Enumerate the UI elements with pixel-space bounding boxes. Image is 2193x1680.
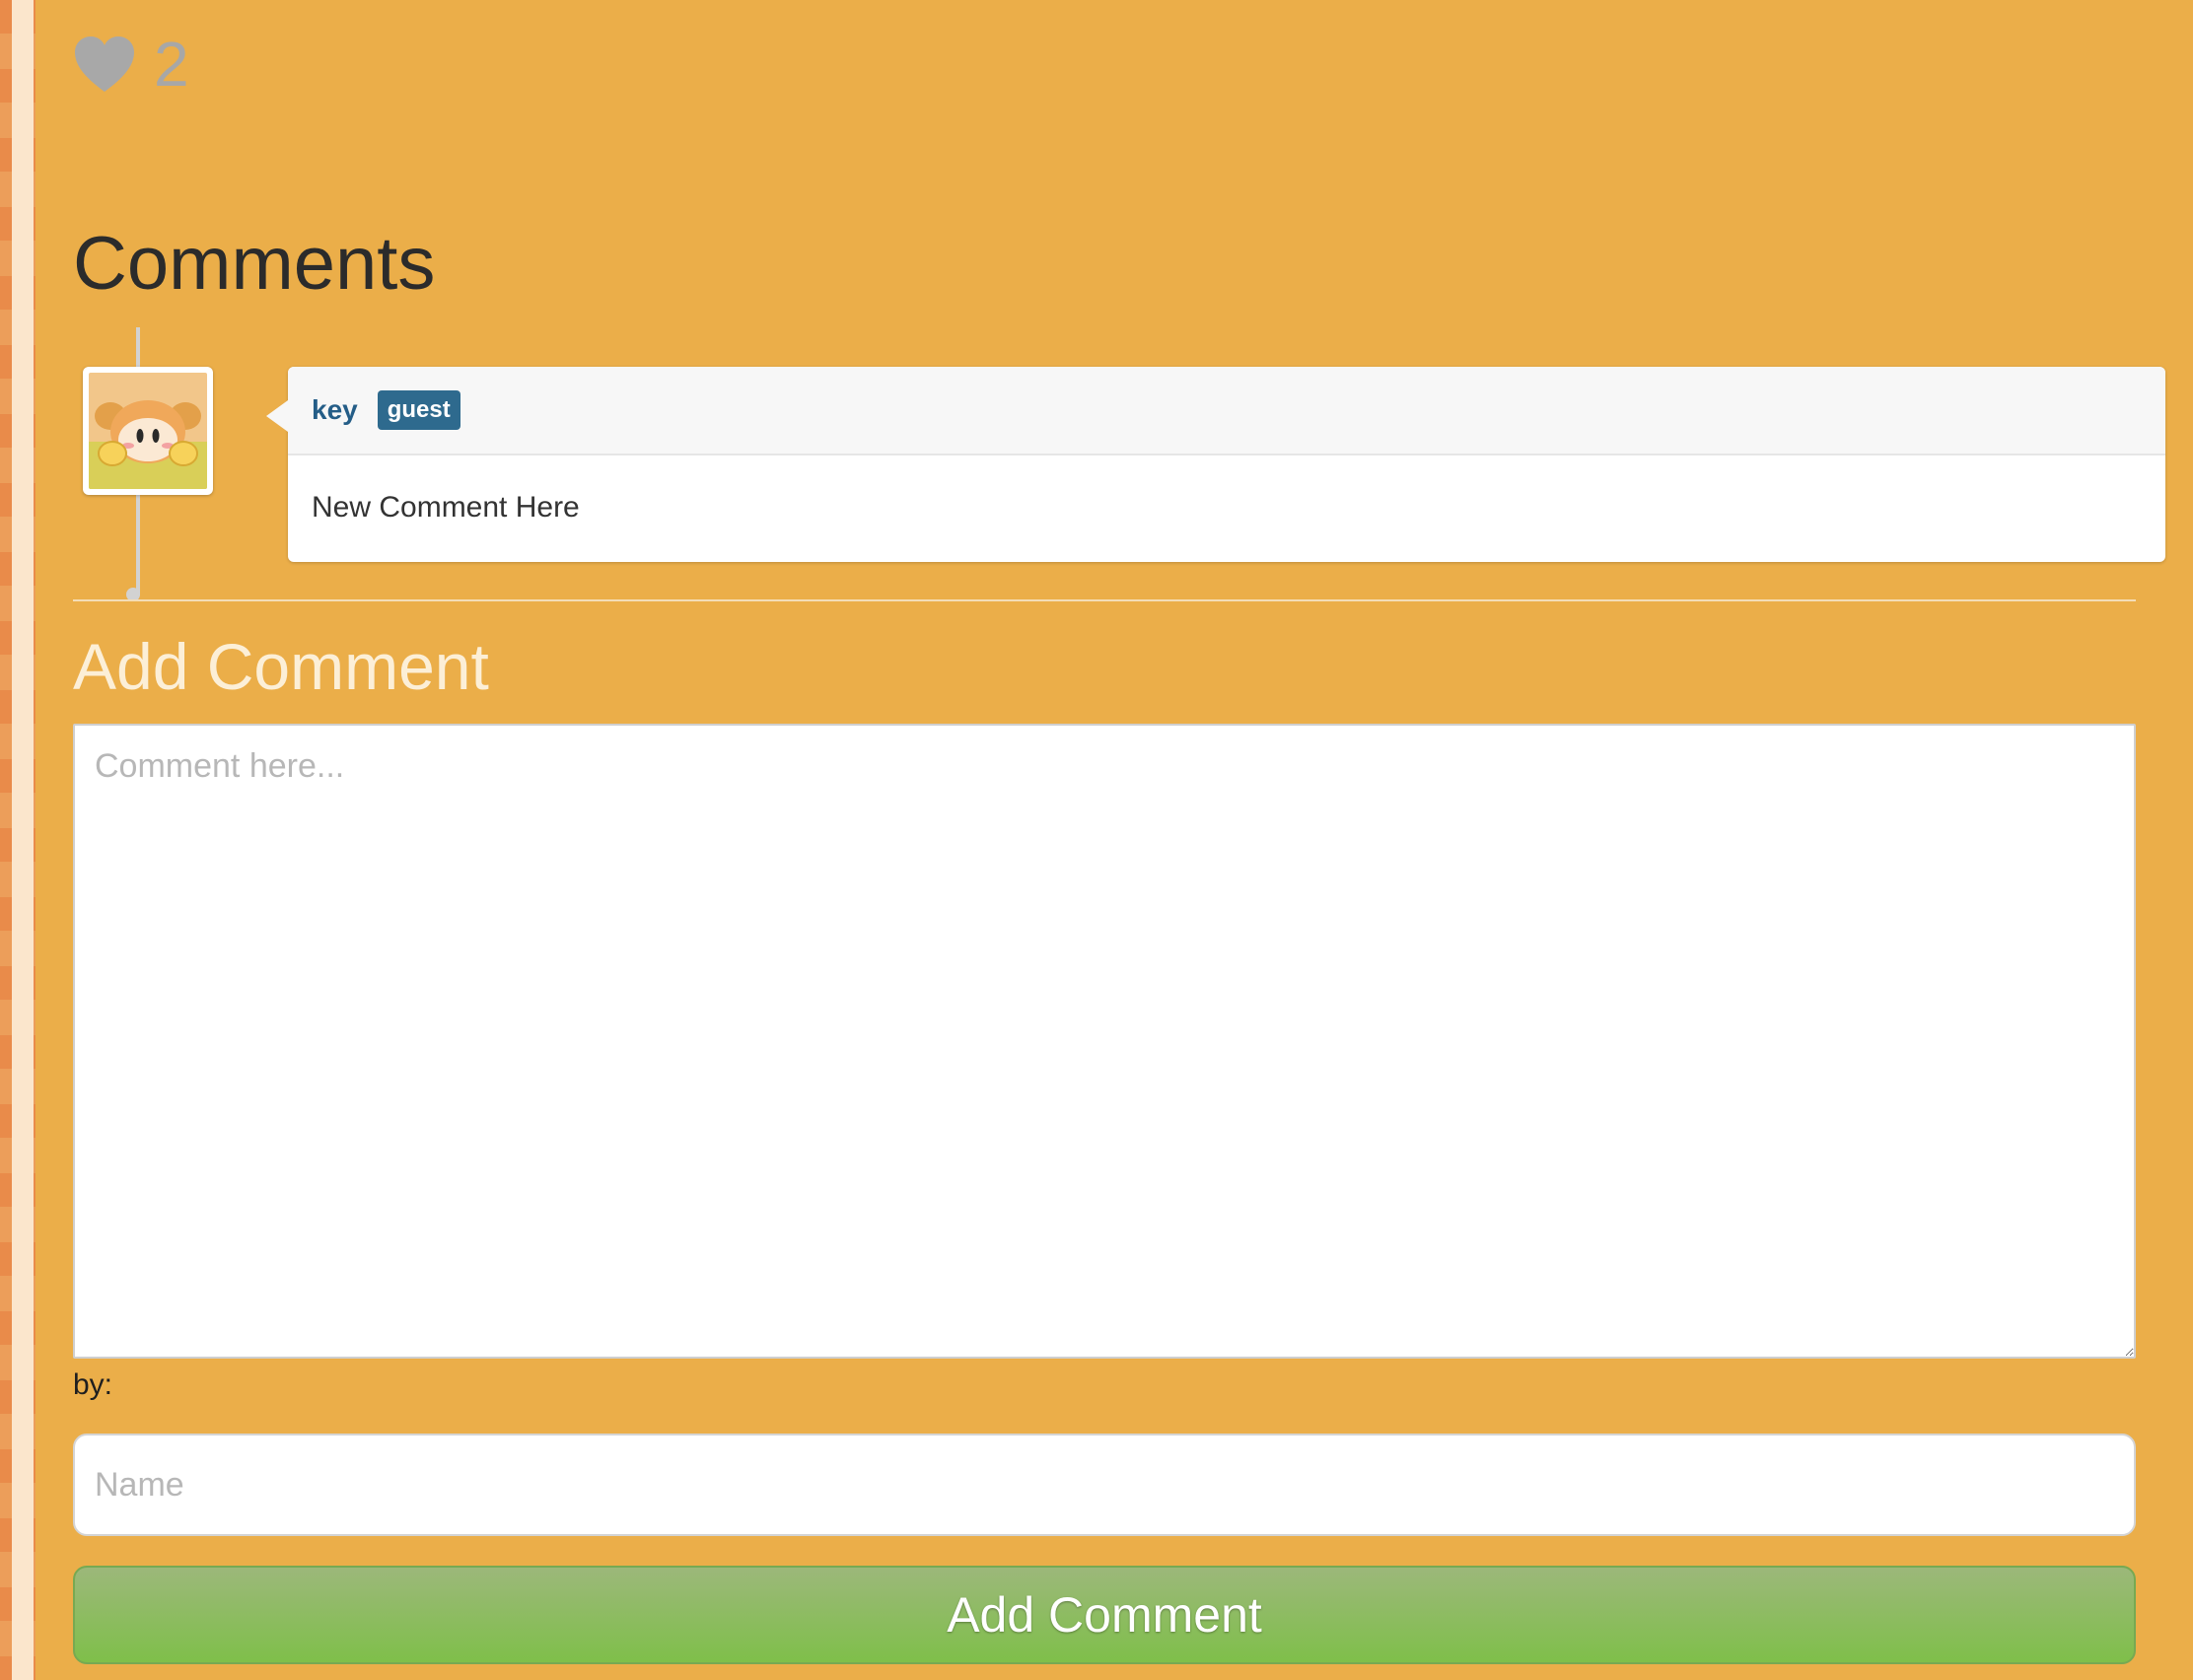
comment-card: key guest New Comment Here xyxy=(266,367,2165,562)
by-label: by: xyxy=(73,1368,113,1401)
heart-icon[interactable] xyxy=(73,35,136,94)
comment-author-link[interactable]: key xyxy=(312,394,358,426)
avatar xyxy=(83,367,213,495)
comment-text: New Comment Here xyxy=(312,491,580,524)
comments-heading: Comments xyxy=(73,222,436,306)
user-role-badge: guest xyxy=(377,389,460,431)
add-comment-heading: Add Comment xyxy=(73,630,489,703)
section-divider xyxy=(73,599,2136,601)
character-avatar-image xyxy=(89,373,207,489)
like-count: 2 xyxy=(154,29,189,100)
left-border-inner xyxy=(12,0,34,1680)
like-control[interactable]: 2 xyxy=(73,30,189,99)
comment-textarea[interactable] xyxy=(73,724,2136,1359)
comment-header: key guest xyxy=(288,367,2165,455)
main-content: 2 Comments key guest New Comment Here Ad… xyxy=(35,0,2193,1680)
name-input[interactable] xyxy=(73,1434,2136,1536)
add-comment-button[interactable]: Add Comment xyxy=(73,1566,2136,1664)
